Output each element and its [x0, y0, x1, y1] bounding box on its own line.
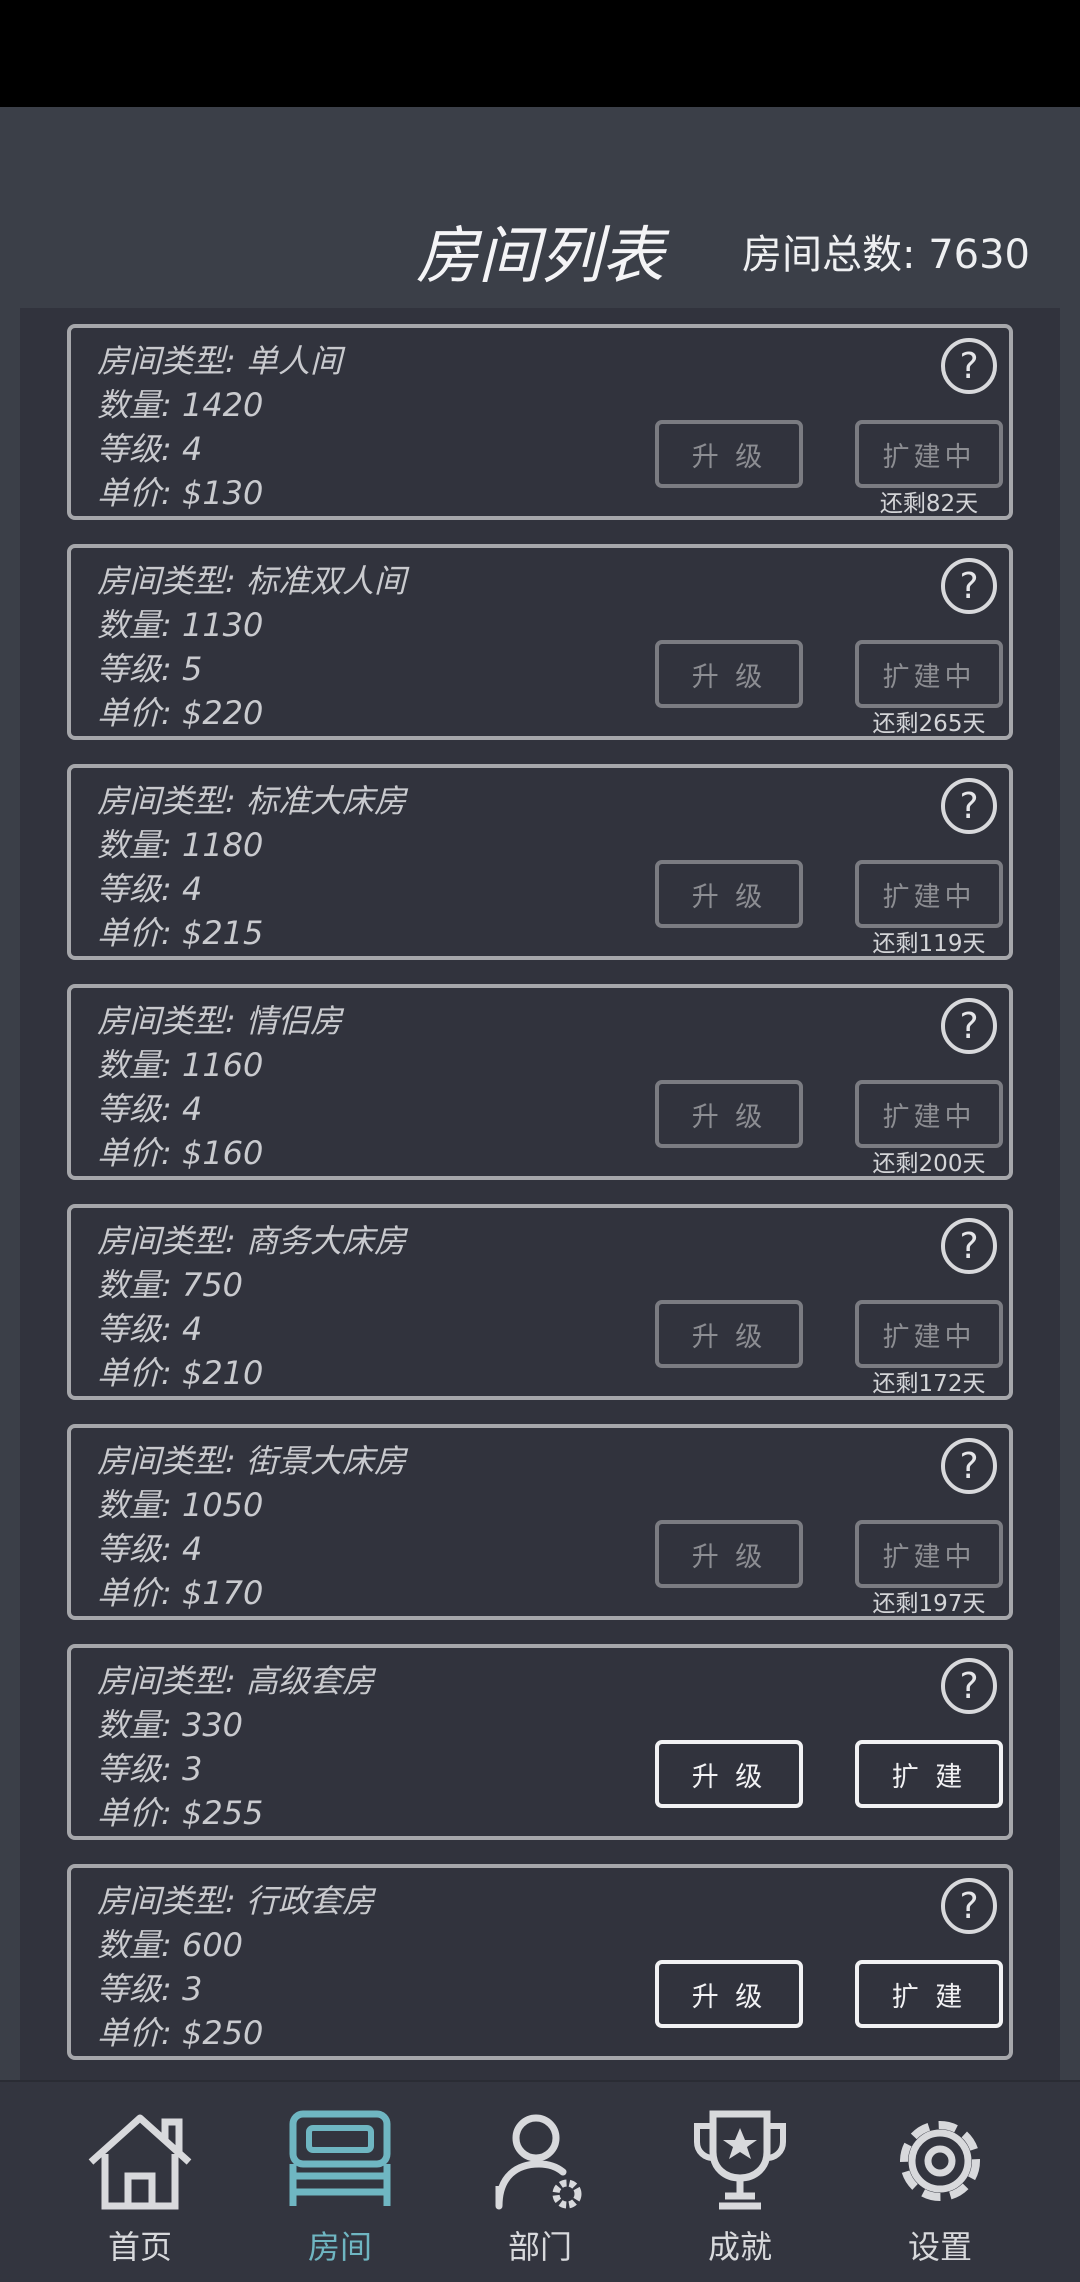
room-price: 单价: $160 [97, 1134, 264, 1172]
room-type: 房间类型: 标准双人间 [97, 562, 406, 600]
room-count: 数量: 1160 [97, 1046, 264, 1084]
room-list[interactable]: 房间类型: 单人间 数量: 1420 等级: 4 单价: $130? 升 级扩建中 还剩8… [20, 308, 1060, 2080]
room-price: 单价: $170 [97, 1574, 264, 1612]
expand-button[interactable]: 扩 建 [855, 1960, 1003, 2028]
nav-label-rooms: 房间 [307, 2228, 372, 2266]
bottom-nav: 首页 房间 部门 成就 设置 [0, 2080, 1080, 2282]
room-price: 单价: $255 [97, 1794, 264, 1832]
room-card: 房间类型: 行政套房 数量: 600 等级: 3 单价: $250? 升 级扩 建 [67, 1864, 1013, 2060]
room-level: 等级: 5 [97, 650, 203, 688]
room-card: 房间类型: 高级套房 数量: 330 等级: 3 单价: $255? 升 级扩 建 [67, 1644, 1013, 1840]
remaining-days: 还剩265天 [872, 711, 986, 737]
expand-button[interactable]: 扩建中 [855, 860, 1003, 928]
remaining-days: 还剩119天 [872, 931, 986, 957]
nav-label-home: 首页 [107, 2228, 172, 2266]
room-type: 房间类型: 情侣房 [97, 1002, 342, 1040]
nav-home[interactable]: 首页 [60, 2106, 220, 2276]
nav-label-departments: 部门 [507, 2228, 572, 2266]
room-price: 单价: $215 [97, 914, 264, 952]
expand-button[interactable]: 扩 建 [855, 1740, 1003, 1808]
staff-gear-icon [495, 2114, 582, 2210]
room-count: 数量: 600 [97, 1926, 244, 1964]
status-bar [0, 0, 1080, 107]
room-count: 数量: 1050 [97, 1486, 264, 1524]
room-level: 等级: 4 [97, 1310, 203, 1348]
room-price: 单价: $210 [97, 1354, 264, 1392]
room-level: 等级: 4 [97, 870, 203, 908]
expand-button[interactable]: 扩建中 [855, 1300, 1003, 1368]
room-type: 房间类型: 街景大床房 [97, 1442, 406, 1480]
room-card: 房间类型: 标准大床房 数量: 1180 等级: 4 单价: $215? 升 级扩建中还… [67, 764, 1013, 960]
upgrade-button[interactable]: 升 级 [655, 1300, 803, 1368]
nav-label-achievements: 成就 [707, 2228, 772, 2266]
room-price: 单价: $220 [97, 694, 264, 732]
help-icon[interactable]: ? [941, 1218, 997, 1274]
upgrade-button[interactable]: 升 级 [655, 420, 803, 488]
upgrade-button[interactable]: 升 级 [655, 1740, 803, 1808]
upgrade-button[interactable]: 升 级 [655, 640, 803, 708]
upgrade-button[interactable]: 升 级 [655, 860, 803, 928]
help-icon[interactable]: ? [941, 1658, 997, 1714]
room-type: 房间类型: 单人间 [97, 342, 342, 380]
expand-button[interactable]: 扩建中 [855, 1520, 1003, 1588]
remaining-days: 还剩82天 [879, 491, 979, 517]
gear-icon [900, 2121, 980, 2201]
room-card: 房间类型: 情侣房 数量: 1160 等级: 4 单价: $160? 升 级扩建中还剩2… [67, 984, 1013, 1180]
trophy-icon [694, 2110, 786, 2210]
nav-rooms[interactable]: 房间 [260, 2106, 420, 2276]
room-level: 等级: 4 [97, 430, 203, 468]
nav-departments[interactable]: 部门 [460, 2106, 620, 2276]
room-card: 房间类型: 街景大床房 数量: 1050 等级: 4 单价: $170? 升 级扩建中还… [67, 1424, 1013, 1620]
nav-label-settings: 设置 [907, 2228, 972, 2266]
expand-button[interactable]: 扩建中 [855, 1080, 1003, 1148]
help-icon[interactable]: ? [941, 1438, 997, 1494]
room-level: 等级: 3 [97, 1970, 203, 2008]
help-icon[interactable]: ? [941, 338, 997, 394]
home-icon [88, 2114, 192, 2210]
upgrade-button[interactable]: 升 级 [655, 1960, 803, 2028]
room-card: 房间类型: 单人间 数量: 1420 等级: 4 单价: $130? 升 级扩建中还剩8… [67, 324, 1013, 520]
help-icon[interactable]: ? [941, 1878, 997, 1934]
room-price: 单价: $250 [97, 2014, 264, 2052]
remaining-days: 还剩197天 [872, 1591, 986, 1617]
room-count: 数量: 1130 [97, 606, 264, 644]
room-type: 房间类型: 行政套房 [97, 1882, 374, 1920]
remaining-days: 还剩172天 [872, 1371, 986, 1397]
room-level: 等级: 4 [97, 1090, 203, 1128]
room-count: 数量: 1180 [97, 826, 264, 864]
nav-settings[interactable]: 设置 [860, 2106, 1020, 2276]
room-count: 数量: 1420 [97, 386, 264, 424]
room-level: 等级: 3 [97, 1750, 203, 1788]
remaining-days: 还剩200天 [872, 1151, 986, 1177]
bed-icon [289, 2110, 391, 2206]
room-price: 单价: $130 [97, 474, 264, 512]
room-count: 数量: 750 [97, 1266, 244, 1304]
upgrade-button[interactable]: 升 级 [655, 1520, 803, 1588]
expand-button[interactable]: 扩建中 [855, 640, 1003, 708]
help-icon[interactable]: ? [941, 998, 997, 1054]
help-icon[interactable]: ? [941, 558, 997, 614]
room-type: 房间类型: 标准大床房 [97, 782, 406, 820]
room-card: 房间类型: 标准双人间 数量: 1130 等级: 5 单价: $220? 升 级扩建中还… [67, 544, 1013, 740]
nav-achievements[interactable]: 成就 [660, 2106, 820, 2276]
room-type: 房间类型: 高级套房 [97, 1662, 374, 1700]
expand-button[interactable]: 扩建中 [855, 420, 1003, 488]
room-level: 等级: 4 [97, 1530, 203, 1568]
total-rooms-label: 房间总数: 7630 [742, 232, 1030, 278]
room-card: 房间类型: 商务大床房 数量: 750 等级: 4 单价: $210? 升 级扩建中还剩… [67, 1204, 1013, 1400]
room-type: 房间类型: 商务大床房 [97, 1222, 406, 1260]
room-count: 数量: 330 [97, 1706, 244, 1744]
upgrade-button[interactable]: 升 级 [655, 1080, 803, 1148]
help-icon[interactable]: ? [941, 778, 997, 834]
